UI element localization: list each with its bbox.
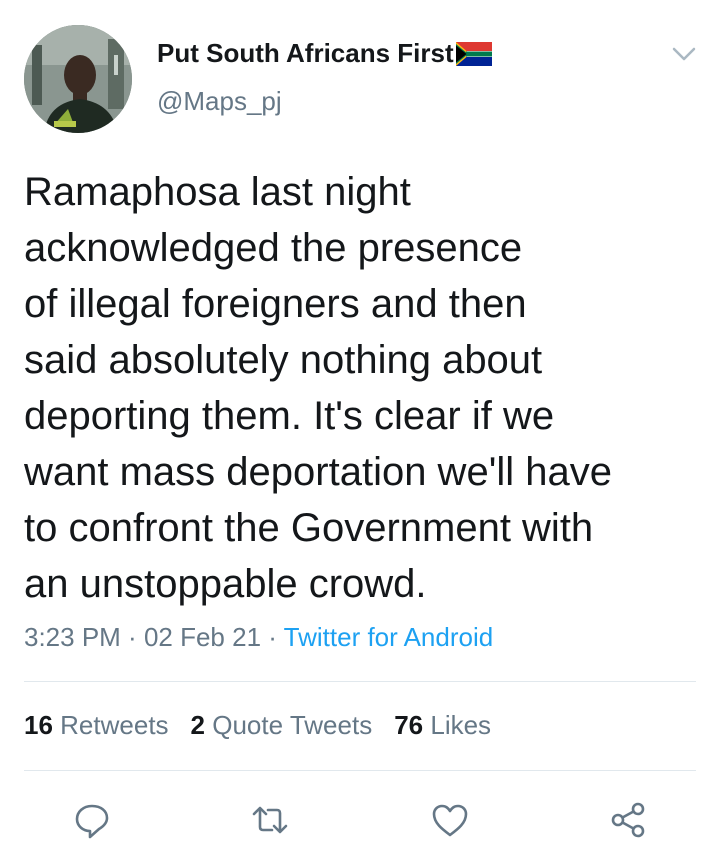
tweet-text-line: Ramaphosa last night	[24, 170, 411, 214]
tweet-text-line: of illegal foreigners and then	[24, 282, 527, 326]
likes-stat[interactable]: 76 Likes	[394, 710, 491, 740]
likes-count: 76	[394, 710, 424, 740]
tweet-text-line: said absolutely nothing about	[24, 338, 543, 382]
avatar[interactable]	[24, 25, 132, 133]
share-icon[interactable]	[608, 800, 648, 840]
quote-tweets-stat[interactable]: 2 Quote Tweets	[191, 710, 373, 740]
like-icon[interactable]	[430, 800, 470, 840]
retweets-count: 16	[24, 710, 53, 740]
display-name-text: Put South Africans First	[157, 38, 454, 68]
tweet-text-line: to confront the Government with	[24, 506, 594, 550]
tweet-stats: 16 Retweets 2 Quote Tweets 76 Likes	[24, 710, 513, 741]
tweet-text-line: deporting them. It's clear if we	[24, 394, 555, 438]
divider	[24, 770, 696, 771]
reply-icon[interactable]	[72, 800, 112, 840]
south-africa-flag-icon	[455, 41, 492, 66]
retweets-stat[interactable]: 16 Retweets	[24, 710, 169, 740]
meta-separator: ·	[261, 622, 284, 652]
quote-tweets-count: 2	[190, 710, 206, 740]
tweet-text-line: acknowledged the presence	[24, 226, 523, 270]
tweet-source-link[interactable]: Twitter for Android	[284, 622, 494, 652]
display-name[interactable]: Put South Africans First	[157, 38, 492, 69]
likes-label: Likes	[430, 710, 492, 740]
tweet-time: 3:23 PM	[24, 622, 121, 652]
chevron-down-icon[interactable]	[670, 44, 698, 64]
tweet-date: 02 Feb 21	[143, 622, 262, 652]
meta-separator: ·	[120, 622, 144, 652]
tweet-meta: 3:23 PM · 02 Feb 21 · Twitter for Androi…	[24, 622, 493, 653]
avatar-photo	[24, 25, 132, 133]
tweet-text-line: want mass deportation we'll have	[24, 450, 612, 494]
user-handle[interactable]: @Maps_pj	[157, 86, 282, 117]
retweets-label: Retweets	[60, 710, 169, 740]
tweet-text: Ramaphosa last night acknowledged the pr…	[24, 164, 694, 612]
tweet-detail: Put South Africans First @Maps_pj Ramaph…	[0, 0, 720, 856]
retweet-icon[interactable]	[250, 800, 290, 840]
quote-tweets-label: Quote Tweets	[212, 710, 373, 740]
tweet-text-line: an unstoppable crowd.	[24, 562, 427, 606]
divider	[24, 681, 696, 682]
